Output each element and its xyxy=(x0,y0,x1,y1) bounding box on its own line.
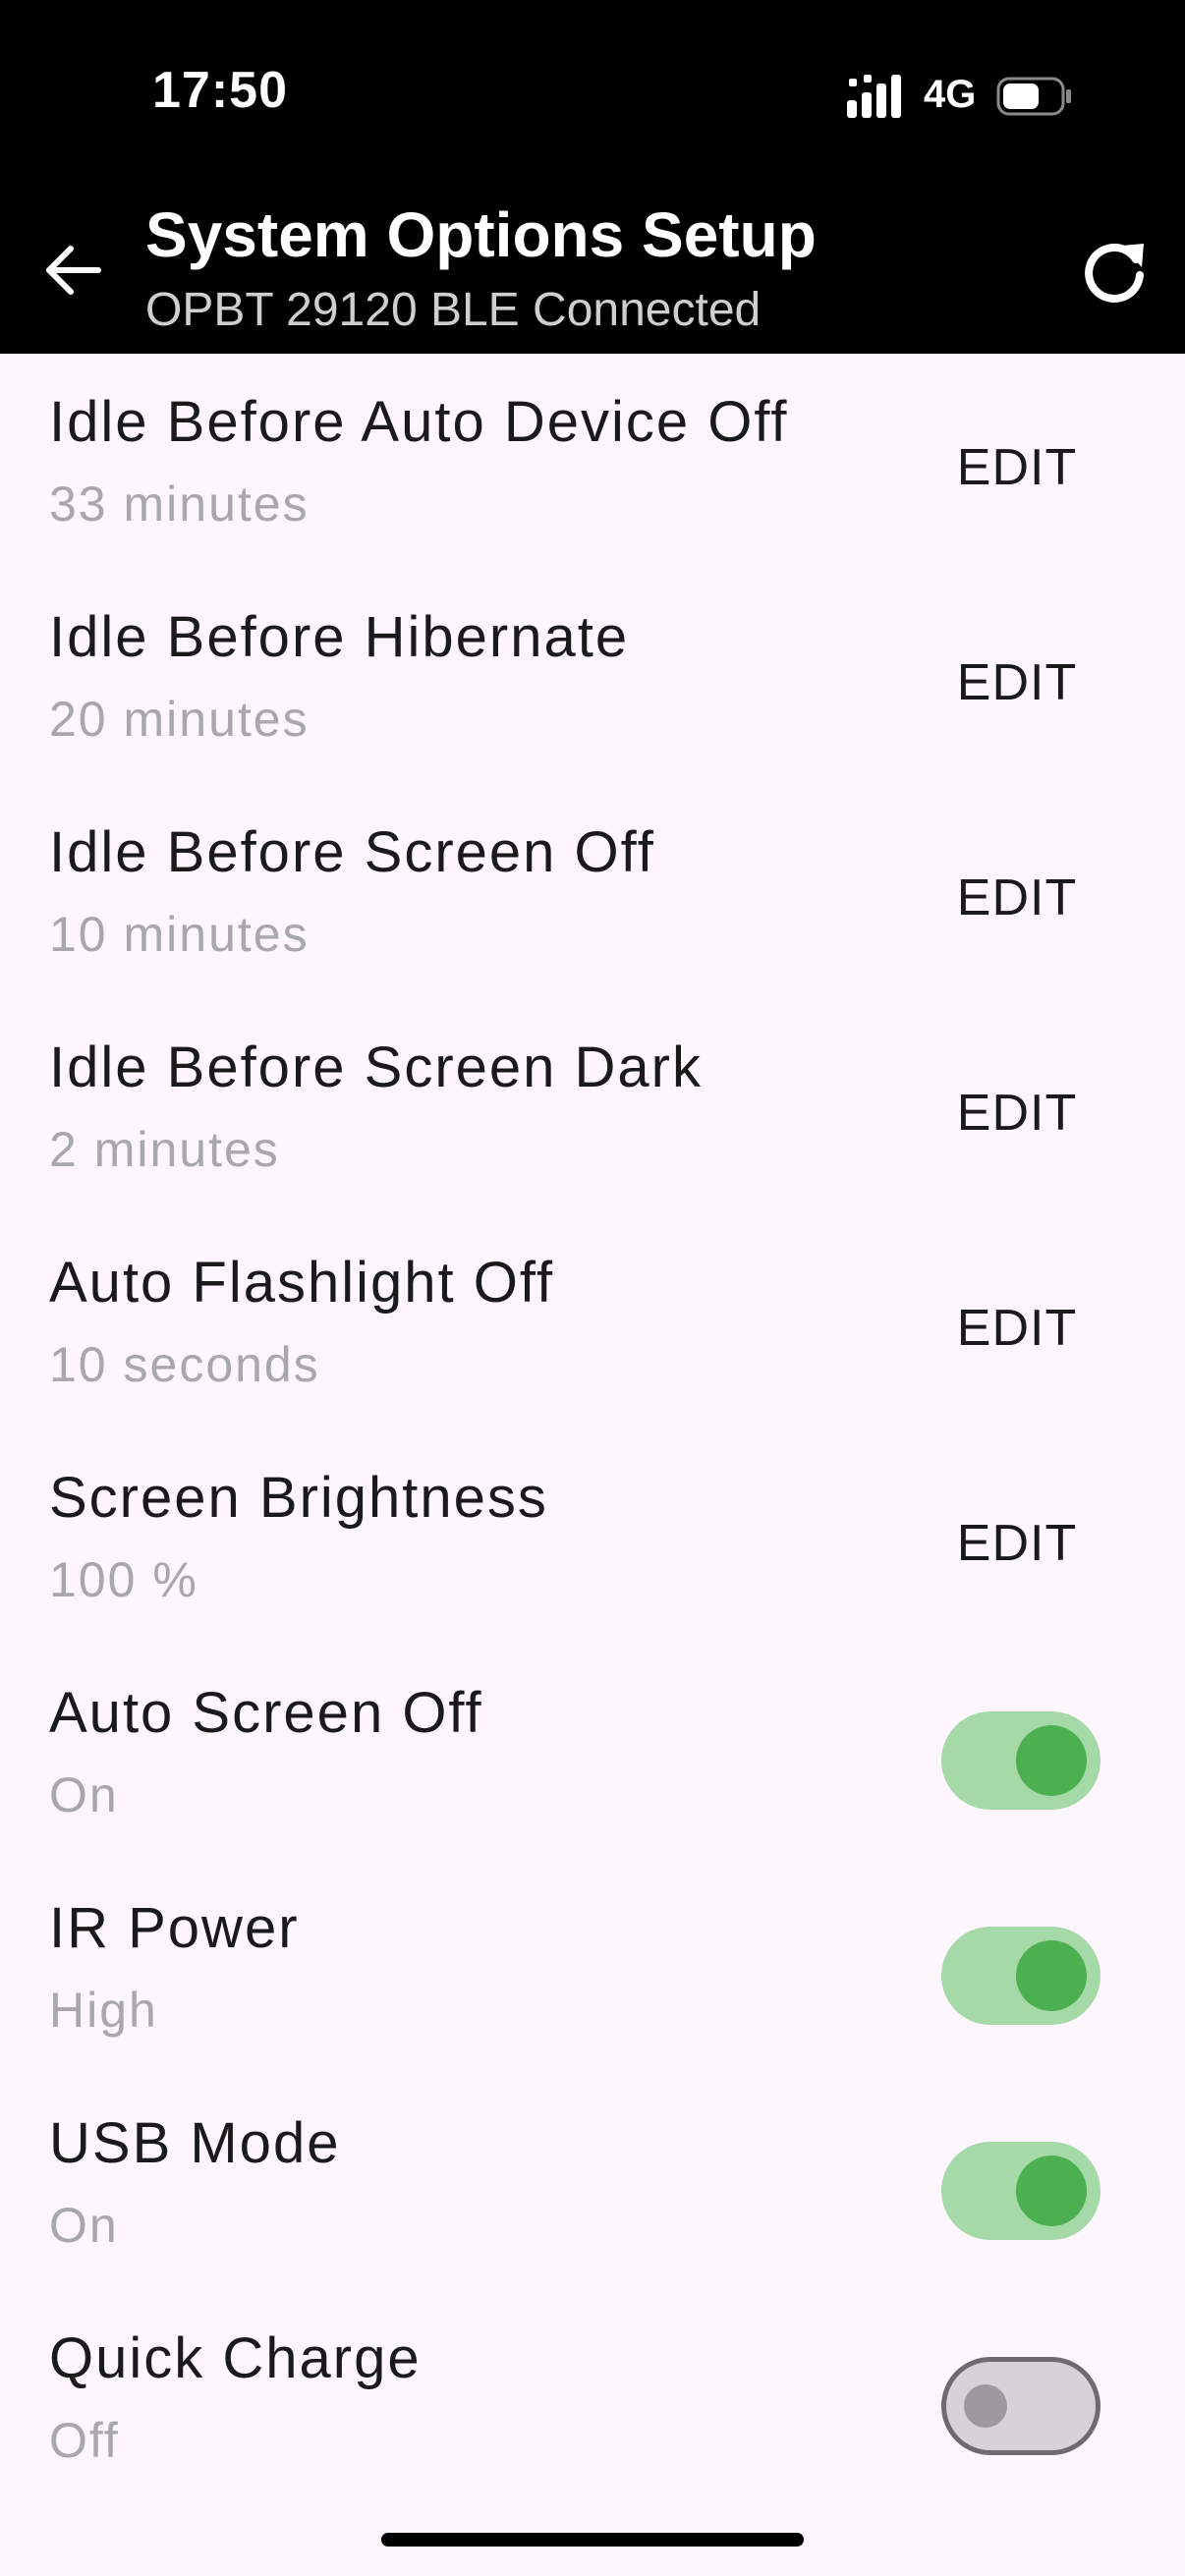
edit-button[interactable]: EDIT xyxy=(943,1074,1091,1152)
setting-value: On xyxy=(49,1767,119,1822)
setting-row: Idle Before Auto Device Off 33 minutes E… xyxy=(0,354,1185,569)
edit-button[interactable]: EDIT xyxy=(943,1289,1091,1368)
setting-row: Auto Flashlight Off 10 seconds EDIT xyxy=(0,1214,1185,1429)
setting-row: Quick Charge Off xyxy=(0,2290,1185,2505)
edit-button[interactable]: EDIT xyxy=(943,1504,1091,1583)
setting-label: Auto Screen Off xyxy=(49,1681,483,1745)
setting-value: 10 minutes xyxy=(49,907,310,962)
cellular-signal-icon xyxy=(847,75,901,118)
toggle-knob xyxy=(1016,1940,1087,2011)
setting-row: Auto Screen Off On xyxy=(0,1645,1185,1860)
quick-charge-toggle[interactable] xyxy=(941,2357,1100,2455)
setting-row: Idle Before Screen Dark 2 minutes EDIT xyxy=(0,999,1185,1214)
refresh-icon[interactable] xyxy=(1075,232,1154,310)
connection-status: OPBT 29120 BLE Connected xyxy=(145,284,762,336)
setting-value: On xyxy=(49,2198,119,2253)
usb-mode-toggle[interactable] xyxy=(941,2142,1100,2240)
home-indicator[interactable] xyxy=(381,2533,804,2547)
setting-label: Auto Flashlight Off xyxy=(49,1251,555,1315)
setting-label: Idle Before Hibernate xyxy=(49,605,630,669)
status-bar: 17:50 4G xyxy=(0,0,1185,187)
edit-button[interactable]: EDIT xyxy=(943,428,1091,507)
status-time: 17:50 xyxy=(152,62,288,119)
ir-power-toggle[interactable] xyxy=(941,1927,1100,2025)
setting-label: USB Mode xyxy=(49,2111,341,2175)
setting-row: IR Power High xyxy=(0,1860,1185,2075)
battery-icon xyxy=(996,77,1071,116)
app-bar: System Options Setup OPBT 29120 BLE Conn… xyxy=(0,187,1185,354)
setting-value: 20 minutes xyxy=(49,692,310,747)
network-type: 4G xyxy=(924,73,977,116)
toggle-knob xyxy=(1016,2156,1087,2226)
setting-label: Idle Before Screen Dark xyxy=(49,1036,703,1099)
setting-label: Idle Before Auto Device Off xyxy=(49,390,789,454)
setting-label: IR Power xyxy=(49,1896,300,1960)
setting-row: Idle Before Hibernate 20 minutes EDIT xyxy=(0,569,1185,784)
edit-button[interactable]: EDIT xyxy=(943,859,1091,937)
setting-label: Idle Before Screen Off xyxy=(49,820,655,884)
setting-row: Idle Before Screen Off 10 minutes EDIT xyxy=(0,784,1185,999)
back-arrow-icon[interactable] xyxy=(39,236,108,305)
setting-value: 10 seconds xyxy=(49,1337,320,1392)
page-title: System Options Setup xyxy=(145,199,817,270)
setting-value: 100 % xyxy=(49,1552,198,1607)
auto-screen-off-toggle[interactable] xyxy=(941,1711,1100,1810)
setting-value: High xyxy=(49,1983,158,2038)
setting-row: USB Mode On xyxy=(0,2075,1185,2290)
setting-value: Off xyxy=(49,2413,120,2468)
setting-label: Quick Charge xyxy=(49,2326,422,2390)
toggle-knob xyxy=(1016,1725,1087,1796)
setting-row: Screen Brightness 100 % EDIT xyxy=(0,1429,1185,1645)
toggle-knob xyxy=(964,2384,1007,2428)
setting-value: 2 minutes xyxy=(49,1122,280,1177)
setting-value: 33 minutes xyxy=(49,476,310,532)
settings-list: Idle Before Auto Device Off 33 minutes E… xyxy=(0,354,1185,2505)
setting-label: Screen Brightness xyxy=(49,1466,548,1530)
edit-button[interactable]: EDIT xyxy=(943,644,1091,722)
